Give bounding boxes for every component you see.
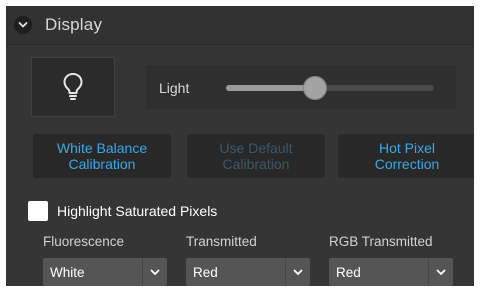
rgb-transmitted-dropdown[interactable]: Red [329,258,453,286]
light-label: Light [159,80,190,96]
light-slider-fill [226,85,316,91]
white-balance-calibration-button[interactable]: White Balance Calibration [33,134,171,178]
highlight-saturated-label: Highlight Saturated Pixels [57,203,218,219]
transmitted-label: Transmitted [186,234,257,249]
hot-pixel-correction-button[interactable]: Hot Pixel Correction [338,134,474,178]
chevron-down-icon [142,258,167,286]
rgb-transmitted-label: RGB Transmitted [329,234,433,249]
light-slider-track[interactable] [226,85,434,91]
white-balance-calibration-label: White Balance Calibration [56,140,148,172]
light-control: Light [146,65,456,109]
light-slider-thumb[interactable] [303,76,328,100]
use-default-calibration-label: Use Default Calibration [219,140,293,172]
rgb-transmitted-value: Red [336,265,361,280]
chevron-down-icon [18,22,28,28]
lightbulb-icon [63,73,83,100]
use-default-calibration-button[interactable]: Use Default Calibration [187,134,325,178]
fluorescence-dropdown[interactable]: White [43,258,167,286]
chevron-down-icon [285,258,310,286]
lamp-toggle-button[interactable] [31,57,115,117]
chevron-down-icon [428,258,453,286]
panel-header: Display [6,6,474,45]
panel-title: Display [45,15,103,34]
fluorescence-label: Fluorescence [43,234,125,249]
display-panel: Display Light White Balance Calibration … [6,6,474,286]
collapse-button[interactable] [14,16,32,34]
hot-pixel-correction-label: Hot Pixel Correction [374,140,440,172]
highlight-saturated-row: Highlight Saturated Pixels [28,200,217,222]
highlight-saturated-checkbox[interactable] [28,201,48,221]
transmitted-value: Red [193,265,218,280]
transmitted-dropdown[interactable]: Red [186,258,310,286]
fluorescence-value: White [50,265,85,280]
